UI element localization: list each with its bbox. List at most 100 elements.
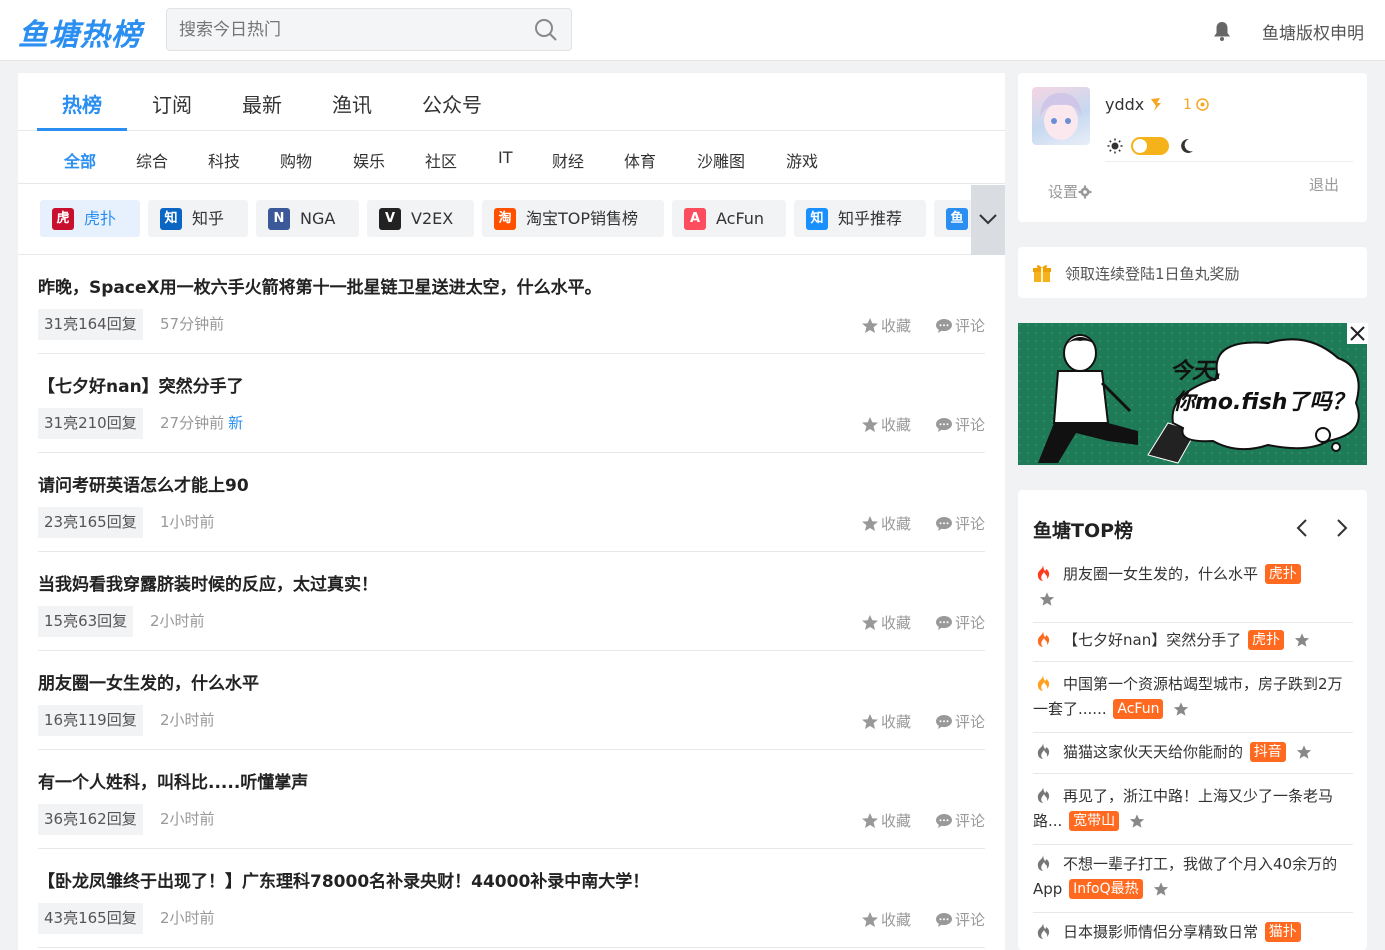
post-item[interactable]: 朋友圈一女生发的，什么水平 16亮119回复 2小时前 收藏 评论 xyxy=(38,651,985,750)
gear-icon xyxy=(1078,185,1092,199)
top-list-item[interactable]: 不想一辈子打工，我做了个月入40余万的App InfoQ最热 xyxy=(1033,852,1353,913)
favorite-button[interactable]: 收藏 xyxy=(861,810,911,831)
star-icon xyxy=(1039,592,1055,606)
comment-icon xyxy=(935,616,952,630)
comment-button[interactable]: 评论 xyxy=(935,711,985,732)
category-it[interactable]: IT xyxy=(498,148,513,167)
source-tag: 抖音 xyxy=(1249,742,1286,762)
top-list-item[interactable]: 中国第一个资源枯竭型城市，房子跌到2万一套了...... AcFun xyxy=(1033,672,1353,733)
nga-icon: N xyxy=(268,208,290,230)
star-icon xyxy=(861,318,878,333)
expand-sources-button[interactable] xyxy=(971,185,1005,255)
star-icon xyxy=(861,417,878,432)
post-title[interactable]: 当我妈看我穿露脐装时候的反应，太过真实！ xyxy=(38,570,378,595)
tab-latest[interactable]: 最新 xyxy=(242,89,282,118)
category-shopping[interactable]: 购物 xyxy=(280,148,312,172)
comment-button[interactable]: 评论 xyxy=(935,612,985,633)
post-item[interactable]: 有一个人姓科，叫科比.....听懂掌声 36亮162回复 2小时前 收藏 评论 xyxy=(38,750,985,849)
comment-button[interactable]: 评论 xyxy=(935,810,985,831)
comment-button[interactable]: 评论 xyxy=(935,513,985,534)
top-list-item[interactable]: 【七夕好nan】突然分手了 虎扑 xyxy=(1033,628,1353,662)
category-funny-pics[interactable]: 沙雕图 xyxy=(697,148,745,172)
comment-button[interactable]: 评论 xyxy=(935,315,985,336)
post-title[interactable]: 有一个人姓科，叫科比.....听懂掌声 xyxy=(38,768,308,793)
favorite-button[interactable]: 收藏 xyxy=(861,909,911,930)
close-banner-button[interactable] xyxy=(1347,323,1368,344)
site-logo[interactable]: 鱼塘热榜 xyxy=(18,10,142,54)
source-taobao-top[interactable]: 淘 淘宝TOP销售榜 xyxy=(482,200,664,237)
tab-official-accounts[interactable]: 公众号 xyxy=(422,89,482,118)
copyright-link[interactable]: 鱼塘版权申明 xyxy=(1262,19,1364,44)
post-stats: 15亮63回复 xyxy=(38,606,134,637)
favorite-button[interactable]: 收藏 xyxy=(861,414,911,435)
category-entertainment[interactable]: 娱乐 xyxy=(353,148,385,172)
banner-line-1: 今天, xyxy=(1170,359,1223,384)
source-nga[interactable]: N NGA xyxy=(256,200,359,237)
category-general[interactable]: 综合 xyxy=(136,148,168,172)
star-icon xyxy=(861,813,878,828)
login-reward-card[interactable]: 领取连续登陆1日鱼丸奖励 xyxy=(1018,247,1367,298)
post-stats: 31亮210回复 xyxy=(38,408,143,439)
star-icon xyxy=(861,912,878,927)
post-title[interactable]: 昨晚，SpaceX用一枚六手火箭将第十一批星链卫星送进太空，什么水平。 xyxy=(38,273,602,298)
theme-switcher xyxy=(1105,135,1195,157)
logout-link[interactable]: 退出 xyxy=(1309,174,1339,195)
settings-link[interactable]: 设置 xyxy=(1048,181,1092,202)
comment-button[interactable]: 评论 xyxy=(935,414,985,435)
top-list-item[interactable]: 朋友圈一女生发的，什么水平 虎扑 xyxy=(1033,562,1353,623)
moon-icon xyxy=(1181,138,1193,153)
fire-icon xyxy=(1037,855,1050,871)
favorite-button[interactable]: 收藏 xyxy=(861,711,911,732)
category-finance[interactable]: 财经 xyxy=(552,148,584,172)
theme-toggle[interactable] xyxy=(1131,137,1169,155)
zhihu-icon: 知 xyxy=(160,208,182,230)
search-icon[interactable] xyxy=(533,17,559,43)
search-input[interactable] xyxy=(179,9,529,50)
category-sports[interactable]: 体育 xyxy=(624,148,656,172)
bell-icon[interactable] xyxy=(1212,20,1232,42)
source-zhihu-recommend[interactable]: 知 知乎推荐 xyxy=(794,200,926,237)
zhihu-recommend-icon: 知 xyxy=(806,208,828,230)
top-list-item[interactable]: 再见了，浙江中路！上海又少了一条老马路... 宽带山 xyxy=(1033,784,1353,845)
favorite-button[interactable]: 收藏 xyxy=(861,315,911,336)
category-tech[interactable]: 科技 xyxy=(208,148,240,172)
source-zhihu[interactable]: 知 知乎 xyxy=(148,200,248,237)
source-hupu[interactable]: 虎 虎扑 xyxy=(40,200,140,237)
post-item[interactable]: 当我妈看我穿露脐装时候的反应，太过真实！ 15亮63回复 2小时前 收藏 评论 xyxy=(38,552,985,651)
tab-news[interactable]: 渔讯 xyxy=(332,89,372,118)
category-all[interactable]: 全部 xyxy=(64,148,96,172)
post-item[interactable]: 昨晚，SpaceX用一枚六手火箭将第十一批星链卫星送进太空，什么水平。 31亮1… xyxy=(38,255,985,354)
promo-banner[interactable]: 今天, 你mo.fish了吗？ xyxy=(1018,323,1367,465)
source-acfun[interactable]: A AcFun xyxy=(672,200,786,237)
post-item[interactable]: 【七夕好nan】突然分手了 31亮210回复 27分钟前新 收藏 评论 xyxy=(38,354,985,453)
moyu-icon: 鱼 xyxy=(946,208,968,230)
post-title[interactable]: 朋友圈一女生发的，什么水平 xyxy=(38,669,259,694)
source-tag: 虎扑 xyxy=(1248,630,1284,650)
chevron-left-icon[interactable] xyxy=(1295,518,1309,538)
comment-button[interactable]: 评论 xyxy=(935,909,985,930)
post-title[interactable]: 请问考研英语怎么才能上90 xyxy=(38,471,249,496)
main-tabs: 热榜 订阅 最新 渔讯 公众号 xyxy=(18,73,1005,131)
category-community[interactable]: 社区 xyxy=(425,148,457,172)
post-item[interactable]: 请问考研英语怎么才能上90 23亮165回复 1小时前 收藏 评论 xyxy=(38,453,985,552)
avatar[interactable] xyxy=(1032,87,1090,145)
post-stats: 31亮164回复 xyxy=(38,309,143,340)
favorite-button[interactable]: 收藏 xyxy=(861,612,911,633)
category-games[interactable]: 游戏 xyxy=(786,148,818,172)
level-badge: 1 xyxy=(1183,97,1210,113)
top-list-item[interactable]: 日本摄影师情侣分享精致日常 猫扑 xyxy=(1033,920,1353,945)
top-list-item[interactable]: 猫猫这家伙天天给你能耐的 抖音 xyxy=(1033,740,1353,774)
source-label: 知乎推荐 xyxy=(838,209,903,228)
tab-hot[interactable]: 热榜 xyxy=(62,89,102,118)
source-v2ex[interactable]: V V2EX xyxy=(367,200,474,237)
post-title[interactable]: 【卧龙凤雏终于出现了！】广东理科78000名补录央财！44000补录中南大学！ xyxy=(38,867,649,892)
tab-subscribe[interactable]: 订阅 xyxy=(152,89,192,118)
favorite-button[interactable]: 收藏 xyxy=(861,513,911,534)
post-title[interactable]: 【七夕好nan】突然分手了 xyxy=(38,372,244,397)
star-icon xyxy=(1294,633,1310,647)
close-icon xyxy=(1350,326,1365,341)
post-item[interactable]: 【卧龙凤雏终于出现了！】广东理科78000名补录央财！44000补录中南大学！ … xyxy=(38,849,985,948)
acfun-icon: A xyxy=(684,208,706,230)
chevron-right-icon[interactable] xyxy=(1335,518,1349,538)
top-list-title: 鱼塘TOP榜 xyxy=(1033,520,1134,542)
